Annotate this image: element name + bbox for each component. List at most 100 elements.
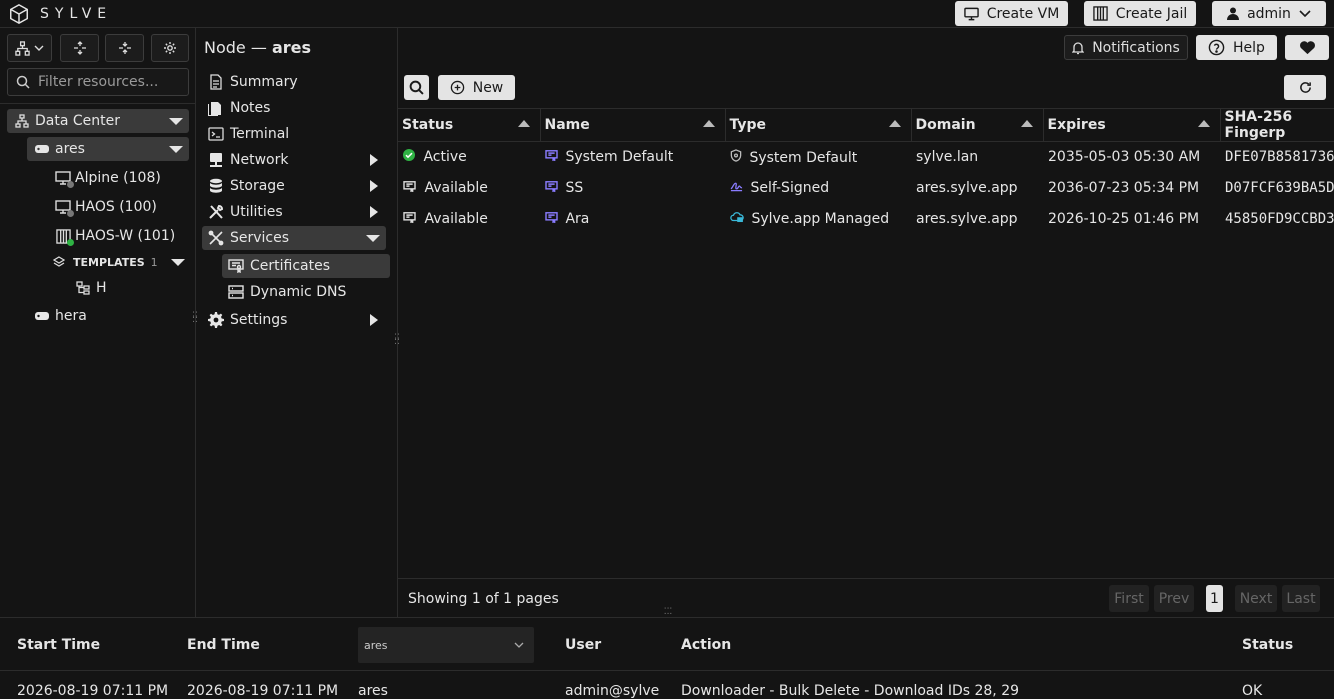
brand-logo[interactable]: SYLVE: [8, 3, 112, 25]
menu-storage[interactable]: Storage: [202, 174, 386, 198]
search-icon: [409, 80, 424, 95]
tree-guest-haos-w[interactable]: HAOS-W (101): [53, 224, 175, 248]
pager-first-button[interactable]: First: [1109, 585, 1149, 612]
donate-button[interactable]: [1285, 35, 1329, 60]
menu-label: Summary: [230, 74, 298, 90]
cell-sha256: DFE07B8581736FF: [1225, 149, 1334, 166]
table-row[interactable]: Available SS Self-Signed ares.sylve.app …: [398, 173, 1334, 204]
audit-cell-end: 2026-08-19 07:11 PM: [187, 683, 339, 699]
column-header-expires[interactable]: Expires: [1043, 108, 1221, 142]
create-jail-button[interactable]: Create Jail: [1084, 1, 1196, 26]
cell-expires: 2035-05-03 05:30 AM: [1048, 149, 1201, 166]
tree-node-hera[interactable]: hera: [35, 304, 87, 328]
audit-col-start[interactable]: Start Time: [17, 637, 100, 653]
template-label: H: [96, 280, 107, 296]
gear-icon: [164, 42, 176, 54]
cell-expires: 2036-07-23 05:34 PM: [1048, 180, 1200, 196]
table-row[interactable]: Active System Default System Default syl…: [398, 142, 1334, 173]
menu-terminal[interactable]: Terminal: [202, 122, 386, 146]
new-certificate-button[interactable]: New: [438, 75, 515, 100]
filter-placeholder: Filter resources...: [38, 74, 159, 90]
tree-guest-alpine[interactable]: Alpine (108): [53, 166, 161, 190]
filter-resources-input[interactable]: Filter resources...: [7, 68, 189, 96]
certificate-icon: [545, 150, 558, 163]
column-header-status[interactable]: Status: [398, 108, 541, 142]
sort-asc-icon: [888, 120, 901, 127]
menu-services[interactable]: Services: [202, 226, 386, 250]
menu-utilities[interactable]: Utilities: [202, 200, 386, 224]
collapse-icon[interactable]: [169, 146, 183, 153]
refresh-button[interactable]: [1284, 75, 1326, 100]
menu-summary[interactable]: Summary: [202, 70, 386, 94]
pager-page-button[interactable]: 1: [1206, 585, 1223, 612]
create-vm-label: Create VM: [986, 5, 1060, 22]
pager-info: Showing 1 of 1 pages: [408, 591, 559, 607]
datacenter-label: Data Center: [35, 113, 120, 129]
audit-cell-node: ares: [358, 683, 388, 699]
search-icon: [16, 75, 30, 89]
column-header-name[interactable]: Name: [540, 108, 726, 142]
pager-prev-button[interactable]: Prev: [1154, 585, 1194, 612]
cell-domain: ares.sylve.app: [916, 211, 1018, 227]
pager-last-button[interactable]: Last: [1282, 585, 1320, 612]
table-row[interactable]: Available Ara Sylve.app Managed ares.syl…: [398, 204, 1334, 235]
collapse-icon[interactable]: [169, 118, 183, 125]
certificates-table: Status Name Type Domain Expires SHA-256 …: [398, 108, 1334, 235]
tools-icon: [209, 204, 224, 219]
settings-button[interactable]: [151, 34, 189, 62]
collapse-icon[interactable]: [171, 259, 185, 266]
column-header-type[interactable]: Type: [725, 108, 912, 142]
menu-network[interactable]: Network: [202, 148, 386, 172]
table-header-row: Status Name Type Domain Expires SHA-256 …: [398, 108, 1334, 142]
view-mode-button[interactable]: [7, 34, 52, 62]
tree-datacenter[interactable]: Data Center: [7, 109, 189, 133]
menu-label: Notes: [230, 100, 271, 116]
pager-next-button[interactable]: Next: [1235, 585, 1277, 612]
menu-label: Dynamic DNS: [250, 284, 347, 300]
chevron-right-icon: [370, 206, 378, 218]
menu-dynamic-dns[interactable]: Dynamic DNS: [222, 280, 390, 304]
help-label: Help: [1233, 39, 1265, 56]
audit-col-status[interactable]: Status: [1242, 637, 1293, 653]
jail-icon: [1093, 6, 1108, 21]
menu-notes[interactable]: Notes: [202, 96, 386, 120]
menu-settings[interactable]: Settings: [202, 308, 386, 332]
audit-log-panel: Start Time End Time ares User Action Sta…: [0, 617, 1334, 699]
tree-templates[interactable]: TEMPLATES 1: [53, 250, 189, 274]
database-icon: [210, 178, 222, 193]
audit-node-select[interactable]: ares: [358, 627, 534, 663]
expand-all-button[interactable]: [60, 34, 99, 62]
user-menu-button[interactable]: admin: [1212, 1, 1326, 26]
notifications-button[interactable]: Notifications: [1064, 35, 1188, 60]
chevron-down-icon: [34, 45, 44, 51]
brand-name: SYLVE: [40, 6, 113, 22]
cell-name: SS: [540, 173, 725, 204]
cube-logo-icon: [10, 3, 28, 25]
resource-sidebar: Filter resources... Data Center ares Alp…: [0, 28, 198, 617]
audit-col-action[interactable]: Action: [681, 637, 731, 653]
cell-expires: 2026-10-25 01:46 PM: [1048, 211, 1200, 227]
collapse-all-button[interactable]: [105, 34, 144, 62]
cell-domain: ares.sylve.app: [916, 180, 1018, 196]
column-header-sha256[interactable]: SHA-256 Fingerp: [1220, 108, 1334, 142]
certificate-icon: [228, 259, 244, 273]
tree-guest-haos[interactable]: HAOS (100): [53, 195, 157, 219]
tree-template-item[interactable]: H: [76, 276, 107, 300]
audit-col-end[interactable]: End Time: [187, 637, 260, 653]
cell-status: Available: [398, 204, 540, 235]
tree-node-ares[interactable]: ares: [27, 137, 189, 161]
audit-cell-status: OK: [1242, 683, 1263, 699]
menu-label: Terminal: [230, 126, 290, 142]
audit-col-user[interactable]: User: [565, 637, 601, 653]
menu-label: Certificates: [250, 258, 331, 274]
node-label: hera: [55, 308, 87, 324]
create-vm-button[interactable]: Create VM: [955, 1, 1068, 26]
collapse-arrows-icon: [118, 42, 131, 54]
template-tree-icon: [76, 281, 90, 295]
signature-icon: [730, 182, 743, 192]
search-button[interactable]: [404, 75, 429, 100]
help-button[interactable]: Help: [1196, 35, 1277, 60]
column-header-domain[interactable]: Domain: [911, 108, 1044, 142]
certificate-icon: [545, 212, 558, 224]
menu-certificates[interactable]: Certificates: [222, 254, 390, 278]
